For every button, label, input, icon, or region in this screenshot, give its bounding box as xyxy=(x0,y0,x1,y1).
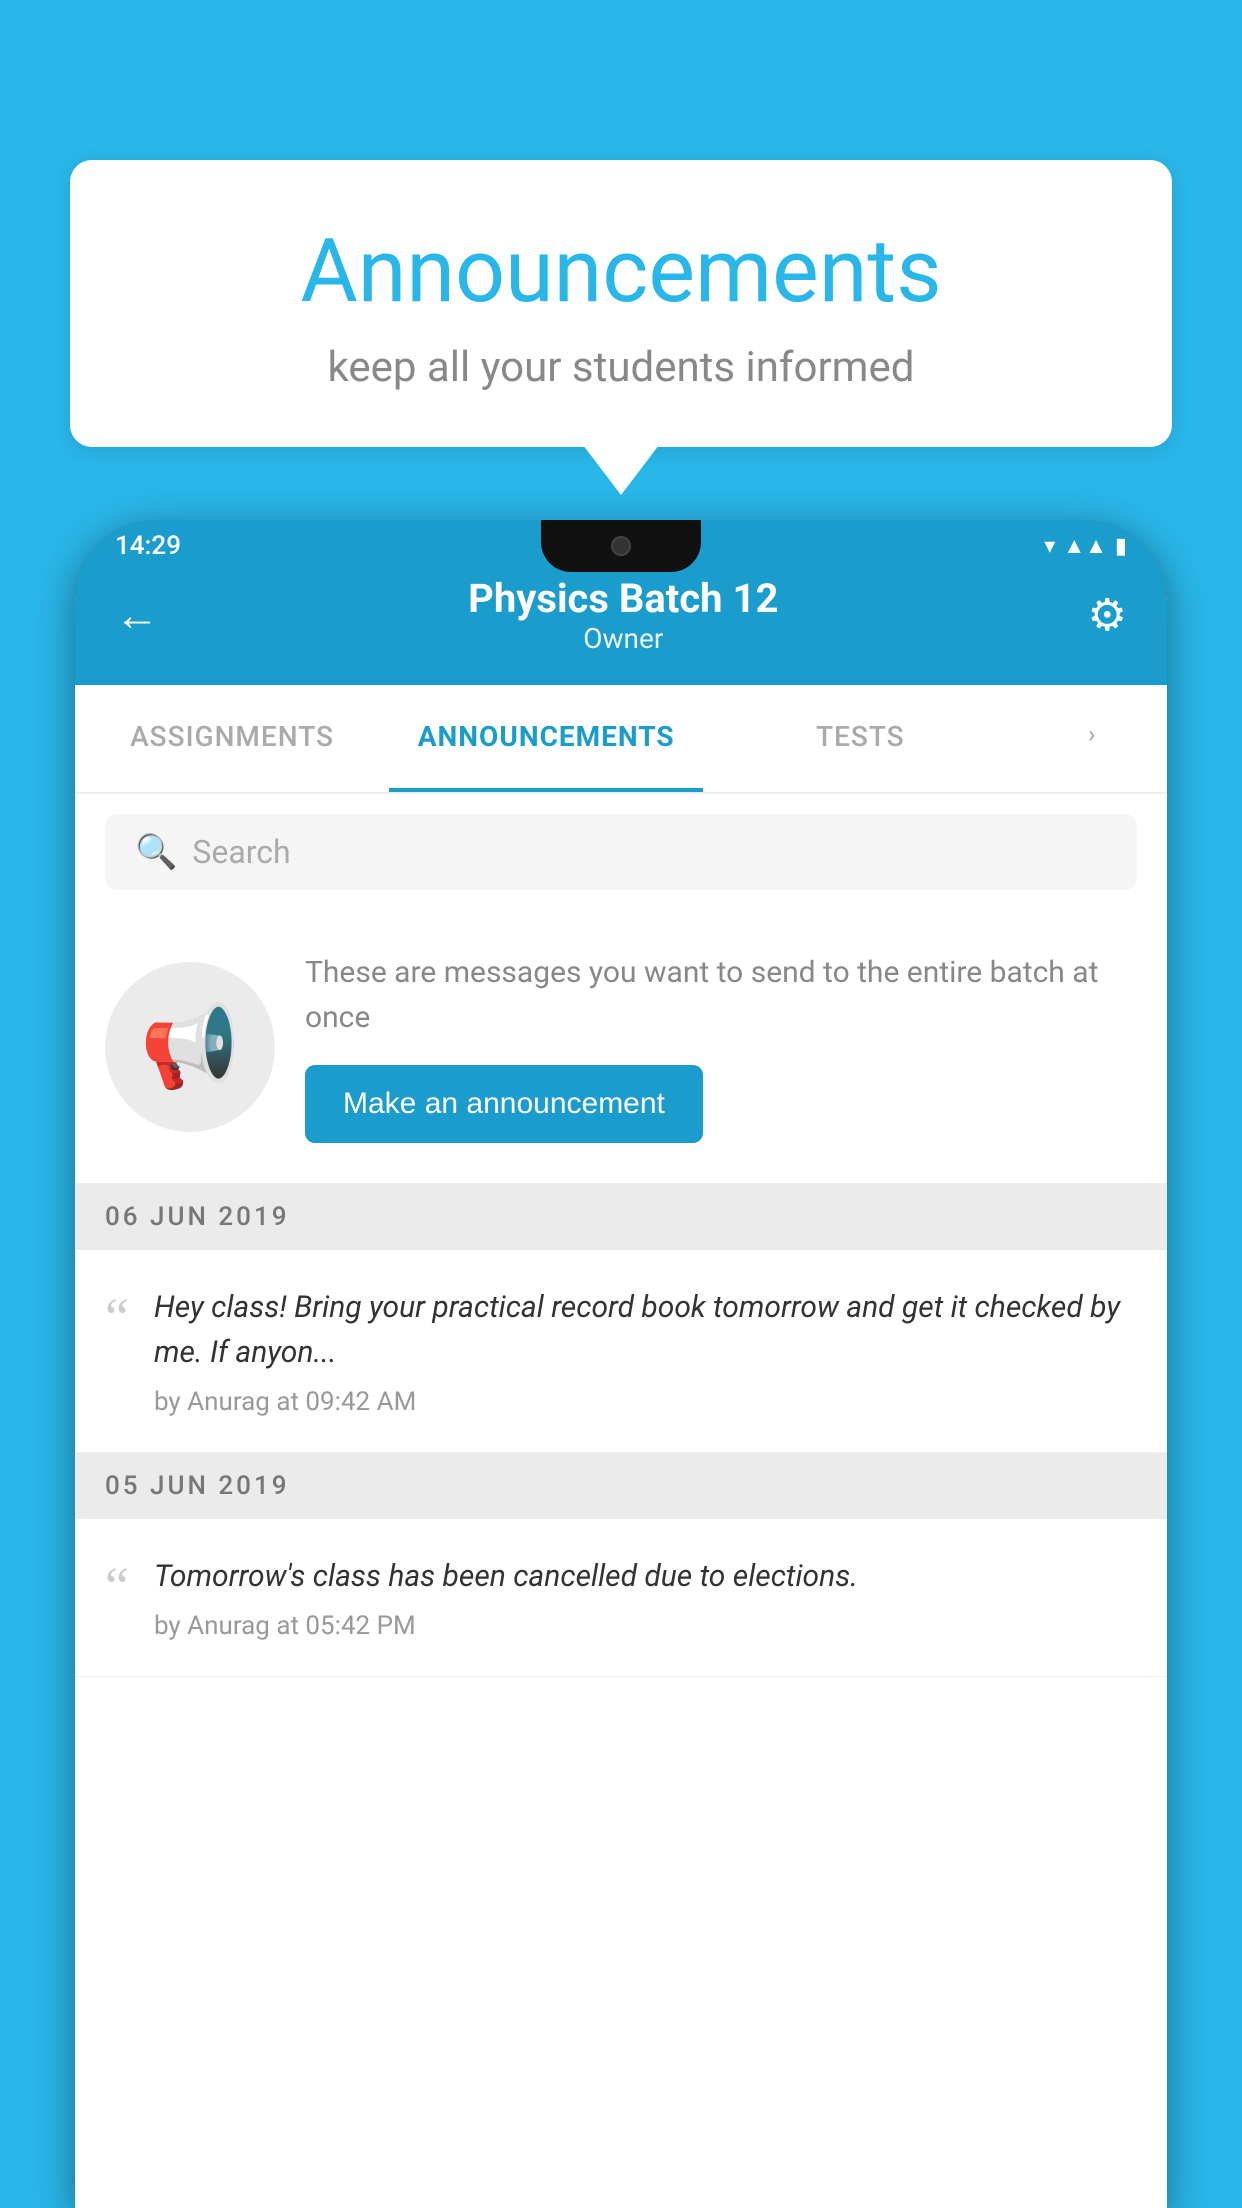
speech-bubble: Announcements keep all your students inf… xyxy=(70,160,1172,447)
make-announcement-button[interactable]: Make an announcement xyxy=(305,1065,703,1143)
announcement-content-2: Tomorrow's class has been cancelled due … xyxy=(154,1554,1137,1641)
quote-icon-2: “ xyxy=(105,1559,129,1613)
status-bar: 14:29 ▾ ▲▲ ▮ xyxy=(75,520,1167,572)
announcement-content-1: Hey class! Bring your practical record b… xyxy=(154,1285,1137,1417)
promo-right: These are messages you want to send to t… xyxy=(305,950,1137,1143)
header-center: Physics Batch 12 Owner xyxy=(468,575,778,655)
phone-screen: 14:29 ▾ ▲▲ ▮ ← Physics Batch 12 Owner ⚙ … xyxy=(75,520,1167,2208)
announcement-text-1: Hey class! Bring your practical record b… xyxy=(154,1285,1137,1375)
announcement-item-1[interactable]: “ Hey class! Bring your practical record… xyxy=(75,1250,1167,1453)
announcement-meta-1: by Anurag at 09:42 AM xyxy=(154,1387,1137,1417)
tab-assignments[interactable]: ASSIGNMENTS xyxy=(75,685,389,792)
back-button[interactable]: ← xyxy=(115,589,159,641)
tab-announcements[interactable]: ANNOUNCEMENTS xyxy=(389,685,703,792)
settings-icon[interactable]: ⚙ xyxy=(1088,589,1127,641)
date-separator-2: 05 JUN 2019 xyxy=(75,1453,1167,1519)
tab-more[interactable]: › xyxy=(1017,685,1167,792)
notch xyxy=(541,520,701,572)
search-bar: 🔍 Search xyxy=(75,794,1167,910)
date-separator-1: 06 JUN 2019 xyxy=(75,1184,1167,1250)
search-input-wrapper[interactable]: 🔍 Search xyxy=(105,814,1137,890)
bubble-title: Announcements xyxy=(150,220,1092,323)
batch-title: Physics Batch 12 xyxy=(468,575,778,622)
notch-camera xyxy=(611,536,631,556)
phone-frame: 14:29 ▾ ▲▲ ▮ ← Physics Batch 12 Owner ⚙ … xyxy=(75,520,1167,2208)
search-icon: 🔍 xyxy=(135,832,177,872)
megaphone-circle: 📢 xyxy=(105,962,275,1132)
search-placeholder: Search xyxy=(192,833,290,871)
announcement-item-2[interactable]: “ Tomorrow's class has been cancelled du… xyxy=(75,1519,1167,1677)
wifi-icon: ▾ xyxy=(1044,534,1055,559)
owner-label: Owner xyxy=(468,622,778,655)
quote-icon-1: “ xyxy=(105,1290,129,1344)
announcement-text-2: Tomorrow's class has been cancelled due … xyxy=(154,1554,1137,1599)
tab-bar: ASSIGNMENTS ANNOUNCEMENTS TESTS › xyxy=(75,685,1167,794)
signal-icon: ▲▲ xyxy=(1063,533,1107,559)
announcement-meta-2: by Anurag at 05:42 PM xyxy=(154,1611,1137,1641)
status-icons: ▾ ▲▲ ▮ xyxy=(1044,533,1127,559)
promo-text: These are messages you want to send to t… xyxy=(305,950,1137,1040)
battery-icon: ▮ xyxy=(1115,534,1127,559)
bubble-subtitle: keep all your students informed xyxy=(150,343,1092,392)
megaphone-icon: 📢 xyxy=(140,1000,240,1094)
status-time: 14:29 xyxy=(115,531,181,561)
promo-section: 📢 These are messages you want to send to… xyxy=(75,910,1167,1184)
tab-tests[interactable]: TESTS xyxy=(703,685,1017,792)
